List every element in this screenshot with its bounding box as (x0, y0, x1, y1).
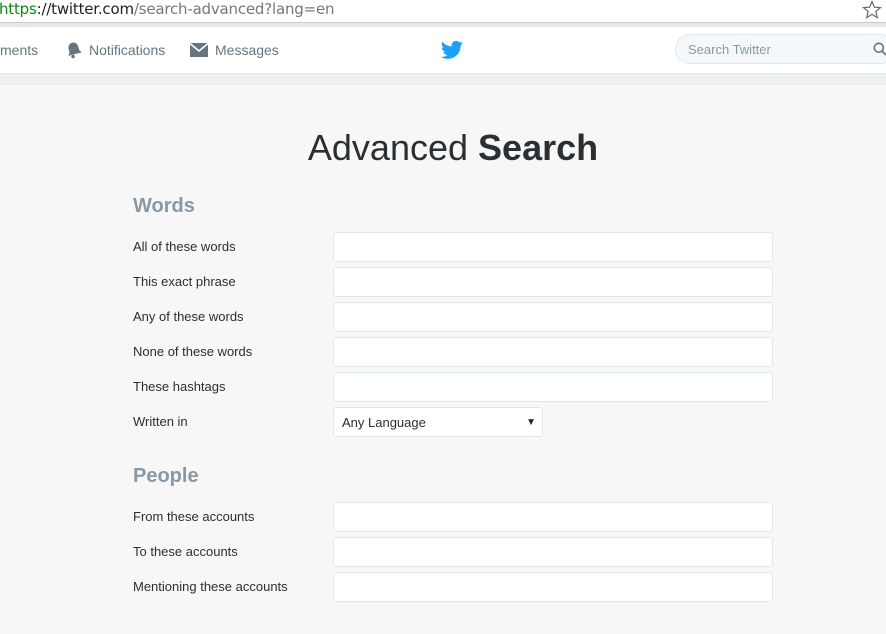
exact-phrase-label: This exact phrase (133, 274, 236, 289)
nav-item-moments[interactable]: ments (0, 27, 38, 73)
from-accounts-label: From these accounts (133, 509, 255, 524)
url-host: ://twitter.com (36, 0, 134, 18)
top-nav: ments Notifications Messages (0, 27, 886, 74)
nav-item-messages[interactable]: Messages (189, 27, 279, 73)
browser-url-bar[interactable]: https://twitter.com/search-advanced?lang… (0, 0, 886, 23)
search-icon[interactable] (873, 42, 886, 56)
url-path: /search-advanced?lang=en (133, 0, 335, 18)
bookmark-star-icon[interactable] (862, 0, 882, 20)
envelope-icon (189, 42, 209, 57)
any-words-label: Any of these words (133, 309, 244, 324)
advanced-search-form: Advanced Search Words All of these words… (0, 85, 886, 634)
exact-phrase-input[interactable] (333, 267, 773, 297)
any-words-input[interactable] (333, 302, 773, 332)
mentioning-accounts-input[interactable] (333, 572, 773, 602)
nav-divider (0, 74, 886, 85)
language-select[interactable]: Any Language ▼ (333, 407, 543, 437)
section-title-people: People (133, 465, 199, 487)
dropdown-arrow-icon: ▼ (526, 417, 536, 428)
nav-item-label: Messages (215, 42, 279, 58)
nav-item-label: Notifications (89, 42, 166, 58)
search-box[interactable] (675, 34, 886, 64)
none-words-input[interactable] (333, 337, 773, 367)
page-title-bold: Search (478, 127, 599, 168)
all-words-input[interactable] (333, 232, 773, 262)
from-accounts-input[interactable] (333, 502, 773, 532)
all-words-label: All of these words (133, 239, 236, 254)
page-title: Advanced Search (0, 126, 886, 170)
hashtags-input[interactable] (333, 372, 773, 402)
section-title-words: Words (133, 195, 195, 217)
hashtags-label: These hashtags (133, 379, 226, 394)
url-text[interactable]: https://twitter.com/search-advanced?lang… (0, 0, 335, 19)
url-scheme: https (0, 0, 37, 18)
twitter-bird-icon[interactable] (441, 40, 463, 60)
bell-icon (68, 42, 82, 59)
nav-item-label: ments (0, 42, 39, 58)
none-words-label: None of these words (133, 344, 253, 359)
to-accounts-input[interactable] (333, 537, 773, 567)
nav-item-notifications[interactable]: Notifications (65, 27, 165, 73)
page-title-normal: Advanced (307, 127, 469, 168)
language-select-value: Any Language (342, 415, 426, 430)
language-label: Written in (133, 414, 188, 429)
search-input[interactable] (676, 35, 868, 63)
to-accounts-label: To these accounts (133, 544, 238, 559)
mentioning-accounts-label: Mentioning these accounts (133, 579, 288, 594)
